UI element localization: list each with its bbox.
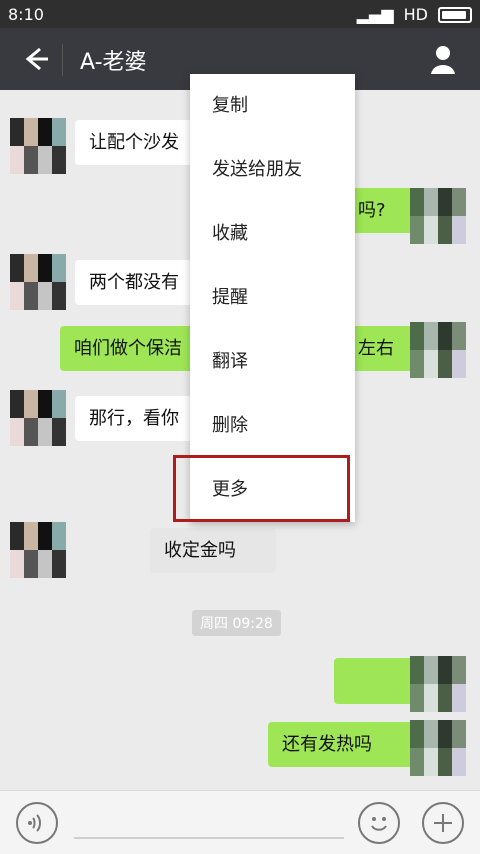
- message-bubble[interactable]: 收定金吗: [150, 528, 276, 574]
- menu-item-copy[interactable]: 复制: [190, 74, 355, 138]
- more-highlight-box: [173, 455, 350, 522]
- voice-icon[interactable]: [16, 802, 58, 844]
- signal-icon: ▂▄▆: [356, 5, 394, 24]
- avatar[interactable]: [10, 254, 66, 310]
- status-bar: 8:10 ▂▄▆ HD: [0, 0, 480, 28]
- header-divider: [62, 44, 63, 76]
- avatar[interactable]: [410, 322, 466, 378]
- message-bubble[interactable]: 还有发热吗: [268, 722, 416, 768]
- avatar[interactable]: [10, 118, 66, 174]
- status-time: 8:10: [8, 5, 44, 24]
- network-label: HD: [403, 5, 428, 24]
- profile-icon[interactable]: [426, 42, 460, 76]
- chat-title: A-老婆: [80, 50, 147, 75]
- avatar[interactable]: [10, 390, 66, 446]
- input-bar: [0, 790, 480, 854]
- back-arrow-icon[interactable]: [18, 42, 52, 76]
- avatar[interactable]: [10, 522, 66, 578]
- message-bubble[interactable]: 咱们做个保洁: [60, 326, 208, 372]
- avatar[interactable]: [410, 656, 466, 712]
- emoji-icon[interactable]: [358, 802, 400, 844]
- status-icons: ▂▄▆ HD: [357, 5, 472, 24]
- battery-icon: [438, 6, 472, 23]
- menu-item-send-to-friend[interactable]: 发送给朋友: [190, 138, 355, 202]
- menu-item-delete[interactable]: 删除: [190, 394, 355, 458]
- time-divider: 周四 09:28: [192, 610, 281, 636]
- menu-item-favorite[interactable]: 收藏: [190, 202, 355, 266]
- avatar[interactable]: [410, 720, 466, 776]
- menu-item-translate[interactable]: 翻译: [190, 330, 355, 394]
- message-bubble[interactable]: 左右: [344, 326, 420, 372]
- menu-item-remind[interactable]: 提醒: [190, 266, 355, 330]
- message-input[interactable]: [74, 837, 344, 839]
- plus-icon[interactable]: [422, 802, 464, 844]
- avatar[interactable]: [410, 188, 466, 244]
